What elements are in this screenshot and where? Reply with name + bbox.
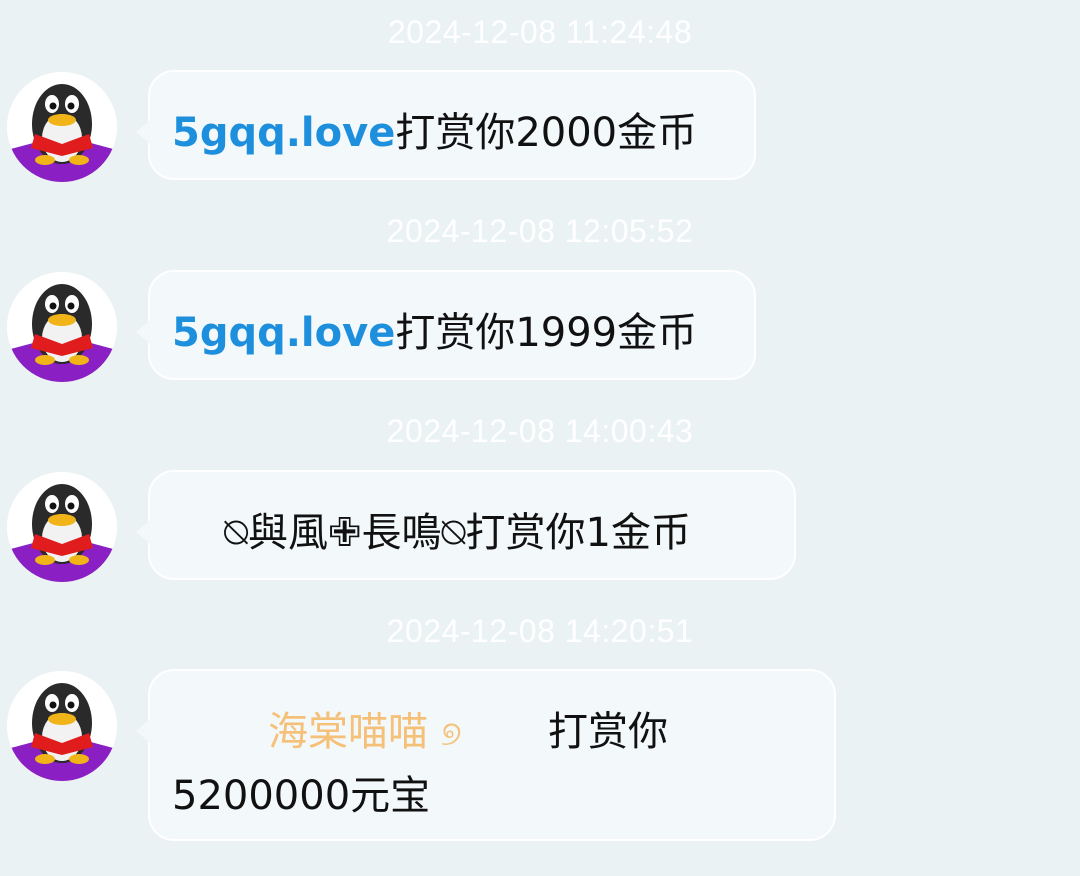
message-timestamp: 2024-12-08 12:05:52 <box>386 213 694 249</box>
qq-penguin-avatar-icon[interactable] <box>7 671 117 781</box>
swirl-symbol: ୭ <box>440 714 462 754</box>
reward-amount: 5200000元宝 <box>172 773 431 819</box>
message-bubble[interactable]: 5gqq.love打赏你2000金币 <box>136 70 756 180</box>
reward-text: 打赏你1999金币 <box>395 310 698 356</box>
reward-text: 打赏你 <box>548 709 668 755</box>
sender-name[interactable]: 海棠喵喵 <box>268 709 428 755</box>
sender-name-link[interactable]: 5gqq.love <box>172 110 395 156</box>
reward-text: 打赏你1金币 <box>465 510 691 556</box>
qq-penguin-avatar-icon[interactable] <box>7 72 117 182</box>
message-text: 5gqq.love打赏你2000金币 <box>172 100 697 158</box>
message-timestamp: 2024-12-08 11:24:48 <box>387 14 693 50</box>
sender-name[interactable]: ⍉與風✙長鳴⍉ <box>224 510 466 556</box>
sender-name-link[interactable]: 5gqq.love <box>172 310 395 356</box>
message-bubble[interactable]: 5gqq.love打赏你1999金币 <box>136 270 756 380</box>
qq-penguin-avatar-icon[interactable] <box>7 472 117 582</box>
message-text: 5gqq.love打赏你1999金币 <box>172 300 697 358</box>
message-bubble[interactable]: ⍉與風✙長鳴⍉打赏你1金币 <box>136 470 796 580</box>
message-timestamp: 2024-12-08 14:20:51 <box>386 613 694 649</box>
message-bubble[interactable]: 海棠喵喵 ୭ 打赏你 5200000元宝 <box>136 669 836 841</box>
message-text: 海棠喵喵 ୭ <box>268 699 462 757</box>
qq-penguin-avatar-icon[interactable] <box>7 272 117 382</box>
reward-text: 打赏你2000金币 <box>395 110 698 156</box>
message-timestamp: 2024-12-08 14:00:43 <box>386 413 694 449</box>
message-text: ⍉與風✙長鳴⍉打赏你1金币 <box>224 500 691 558</box>
